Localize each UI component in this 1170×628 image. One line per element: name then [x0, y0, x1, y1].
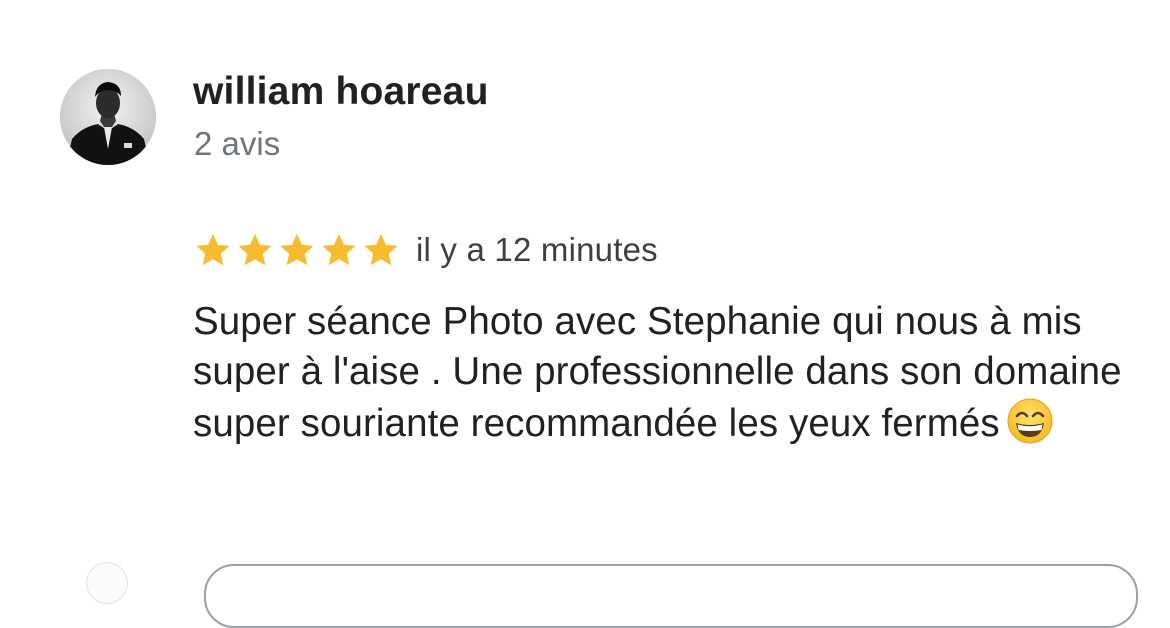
rating-row: il y a 12 minutes [194, 230, 658, 270]
star-icon [280, 233, 314, 266]
reply-input[interactable] [204, 564, 1138, 628]
review-body: Super séance Photo avec Stephanie qui no… [193, 297, 1143, 449]
reviewer-review-count: 2 avis [194, 125, 281, 162]
review-text: Super séance Photo avec Stephanie qui no… [193, 300, 1122, 445]
avatar-photo [60, 69, 156, 165]
star-icon [196, 233, 230, 266]
reviewer-avatar[interactable] [60, 69, 156, 165]
reviewer-name[interactable]: william hoareau [193, 70, 489, 114]
star-rating [194, 231, 404, 269]
star-icon [238, 233, 272, 266]
review-time-ago: il y a 12 minutes [416, 231, 658, 268]
star-icon [322, 233, 356, 266]
review-card: william hoareau 2 avis il y a 12 minutes… [0, 0, 1170, 628]
next-reviewer-avatar [86, 562, 128, 604]
star-icon [364, 233, 398, 266]
grinning-face-emoji-icon [1007, 398, 1053, 444]
